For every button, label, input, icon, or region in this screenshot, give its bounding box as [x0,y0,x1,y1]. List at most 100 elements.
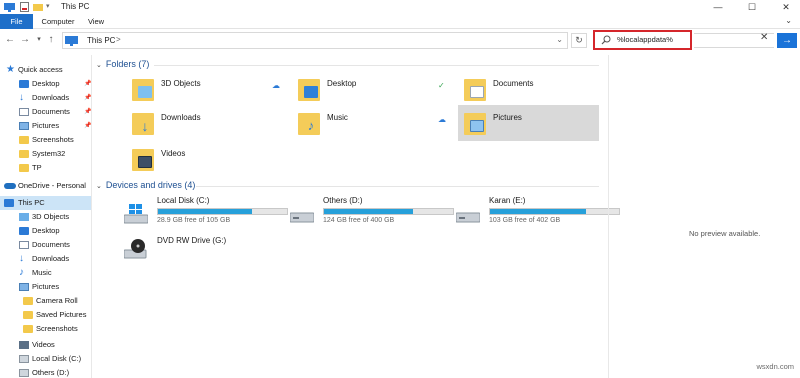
sidebar-item-this-pc[interactable]: This PC [0,196,91,210]
search-input[interactable]: %localappdata% [593,30,692,50]
folders-group-header[interactable]: ⌄ Folders (7) [96,59,149,69]
chevron-down-icon[interactable]: ⌄ [785,16,792,25]
address-dropdown-icon[interactable]: ⌄ [556,35,563,44]
drive-tile-others-d[interactable]: Others (D:) 124 GB free of 400 GB [284,196,459,240]
sidebar-item-label: Pictures [32,282,60,291]
folder-icon [19,164,29,172]
sidebar-item-desktop-pc[interactable]: Desktop [0,224,91,238]
content-pane: ⌄ Folders (7) 3D Objects ☁ Desktop ✓ Docu… [92,55,620,378]
folder-name: Downloads [161,113,201,122]
folder-tile-documents[interactable]: ✓ Documents [438,71,598,107]
drive-icon [289,204,315,224]
sidebar-item-local-disk-c[interactable]: Local Disk (C:) [0,352,91,366]
sidebar-item-camera-roll[interactable]: Camera Roll [0,294,91,308]
sidebar-item-videos[interactable]: Videos [0,338,91,352]
documents-icon [19,241,29,249]
sidebar-item-documents[interactable]: Documents 📌 [0,105,91,119]
star-icon: ★ [6,64,15,75]
drive-name: Local Disk (C:) [157,196,210,205]
folder-name: Music [327,113,348,122]
folder-name: Pictures [493,113,522,122]
sidebar-item-label: This PC [18,198,45,207]
recent-locations-icon[interactable]: ▾ [33,33,45,47]
address-bar[interactable]: This PC > ⌄ [62,32,568,49]
drive-free-space: 28.9 GB free of 105 GB [157,217,231,224]
desktop-folder-icon [298,75,320,102]
drive-usage-fill [490,209,586,214]
search-value: %localappdata% [617,35,673,44]
sidebar-item-downloads-pc[interactable]: ↓ Downloads [0,252,91,266]
sidebar-item-screenshots-pc[interactable]: Screenshots [0,322,91,336]
sidebar-item-label: Downloads [32,254,70,263]
drive-free-space: 124 GB free of 400 GB [323,217,395,224]
sidebar-item-quick-access[interactable]: ★ Quick access [0,63,91,77]
folder-tile-downloads[interactable]: ↓ Downloads [126,105,256,141]
breadcrumb-this-pc[interactable]: This PC [87,36,115,45]
navigation-bar: ← → ▾ ↑ This PC > ⌄ ↻ %localappdata% ✕ → [0,29,800,51]
folder-tile-music[interactable]: ♪ Music [292,105,432,141]
documents-icon [19,108,29,116]
preview-pane: No preview available. [608,55,800,378]
sidebar-item-music[interactable]: ♪ Music [0,266,91,280]
title-bar: ▾ This PC — ☐ ✕ [0,0,800,14]
minimize-button[interactable]: — [704,0,732,14]
sidebar-item-others-d[interactable]: Others (D:) [0,366,91,378]
clear-search-button[interactable]: ✕ [760,32,768,43]
search-go-button[interactable]: → [777,33,797,48]
sidebar-item-pictures-pc[interactable]: Pictures [0,280,91,294]
folder-tile-3d-objects[interactable]: 3D Objects [126,71,256,107]
drive-usage-fill [158,209,252,214]
drives-group-header[interactable]: ⌄ Devices and drives (4) [96,180,195,190]
downloads-folder-icon: ↓ [132,109,154,136]
3d-objects-folder-icon [132,75,154,102]
close-button[interactable]: ✕ [772,0,800,14]
drive-icon [19,369,29,377]
sidebar-item-pictures[interactable]: Pictures 📌 [0,119,91,133]
downloads-icon: ↓ [19,92,24,103]
sidebar-item-label: Screenshots [32,135,74,144]
sidebar-item-label: Camera Roll [36,296,78,305]
sidebar-item-screenshots[interactable]: Screenshots [0,133,91,147]
tab-view[interactable]: View [83,14,109,29]
sidebar-item-label: Downloads [32,93,70,102]
sidebar-item-system32[interactable]: System32 [0,147,91,161]
sidebar-item-tp[interactable]: TP [0,161,91,175]
forward-arrow-icon[interactable]: → [19,33,31,47]
breadcrumb-separator[interactable]: > [116,35,121,44]
refresh-button[interactable]: ↻ [571,33,587,48]
up-arrow-icon[interactable]: ↑ [45,33,57,47]
sidebar-item-downloads[interactable]: ↓ Downloads 📌 [0,91,91,105]
folder-tile-desktop[interactable]: ☁ Desktop [272,71,432,107]
drive-free-space: 103 GB free of 402 GB [489,217,561,224]
group-divider [196,186,599,187]
drive-tile-karan-e[interactable]: Karan (E:) 103 GB free of 402 GB [450,196,620,240]
folder-name: Videos [161,149,186,158]
sidebar-item-desktop[interactable]: Desktop 📌 [0,77,91,91]
videos-folder-icon [132,145,154,172]
desktop-icon [19,227,29,235]
folder-name: Desktop [327,79,357,88]
maximize-button[interactable]: ☐ [738,0,766,14]
sidebar-item-label: Desktop [32,79,60,88]
folder-name: Documents [493,79,534,88]
folder-tile-videos[interactable]: Videos [126,141,256,177]
drives-group-label: Devices and drives (4) [105,180,196,190]
drive-usage-bar [157,208,288,215]
customize-toolbar-icon[interactable]: ▾ [46,2,55,12]
drive-usage-fill [324,209,413,214]
sidebar-item-saved-pictures[interactable]: Saved Pictures [0,308,91,322]
sidebar-item-3d-objects[interactable]: 3D Objects [0,210,91,224]
properties-icon[interactable] [20,2,29,12]
sidebar-item-label: Saved Pictures [36,310,87,319]
sidebar-item-documents-pc[interactable]: Documents [0,238,91,252]
window-title: This PC [61,2,90,11]
drive-tile-dvd-g[interactable]: DVD RW Drive (G:) [118,230,293,274]
tab-computer[interactable]: Computer [38,14,78,29]
sidebar-item-onedrive[interactable]: OneDrive - Personal [0,179,91,193]
back-arrow-icon[interactable]: ← [4,33,16,47]
folder-tile-pictures[interactable]: ☁ Pictures [438,105,599,141]
search-icon [601,35,611,45]
pictures-icon [19,283,29,291]
new-folder-icon[interactable] [33,2,43,12]
tab-file[interactable]: File [0,14,33,29]
